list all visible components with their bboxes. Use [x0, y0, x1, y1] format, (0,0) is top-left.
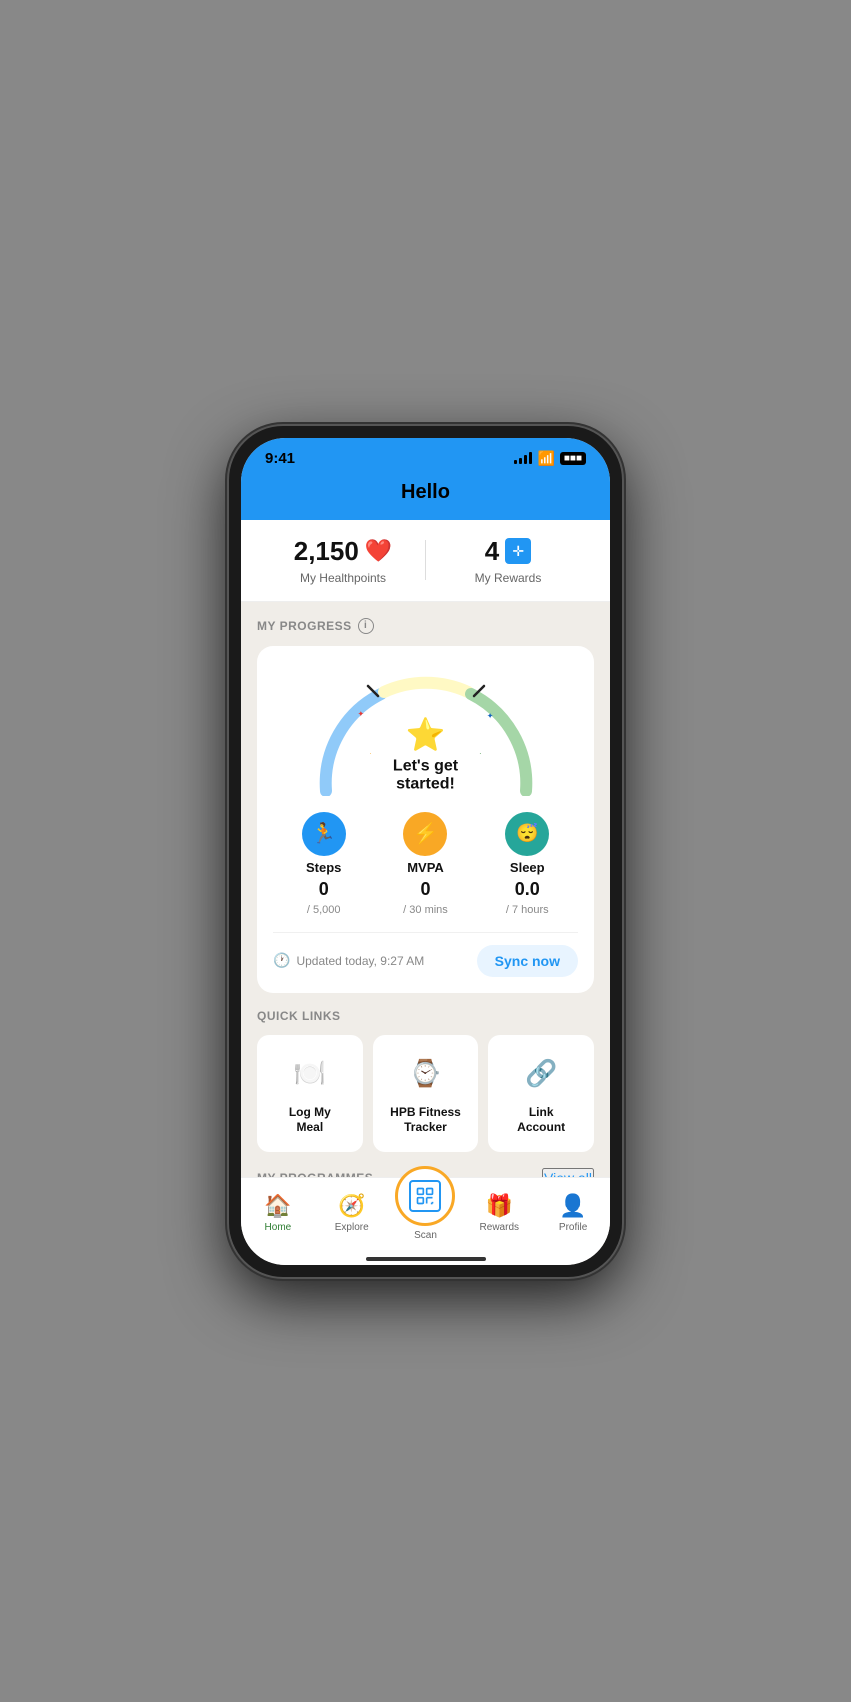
phone-screen: 9:41 📶 ■■■ Hello 2,150 — [241, 438, 610, 1265]
mvpa-max: / 30 mins — [403, 904, 448, 916]
progress-section-title: MY PROGRESS i — [257, 618, 374, 634]
home-indicator-bar — [241, 1253, 610, 1265]
sleep-max: / 7 hours — [506, 904, 549, 916]
scan-button[interactable] — [395, 1166, 455, 1226]
gauge-motivational-text: Let's get started! — [366, 757, 486, 793]
gauge-center: ⭐ ✦ ✦ · · Let's get started! — [366, 715, 486, 793]
sleep-value: 0.0 — [515, 879, 540, 900]
link-account-label: LinkAccount — [517, 1105, 565, 1136]
info-icon[interactable]: i — [358, 618, 374, 634]
quick-links-row: 🍽️ Log MyMeal ⌚ HPB FitnessTracker 🔗 Lin… — [257, 1035, 594, 1152]
mvpa-value: 0 — [420, 879, 430, 900]
healthpoints-value: 2,150 — [294, 536, 359, 567]
rewards-value: 4 — [485, 536, 499, 567]
app-header: Hello — [241, 473, 610, 520]
log-meal-icon: 🍽️ — [287, 1051, 333, 1097]
healthpoints-label: My Healthpoints — [300, 571, 386, 585]
quick-links-title: QUICK LINKS — [257, 1009, 341, 1023]
steps-icon: 🏃 — [302, 812, 346, 856]
wifi-icon: 📶 — [537, 450, 554, 467]
fitness-tracker-link[interactable]: ⌚ HPB FitnessTracker — [373, 1035, 479, 1152]
status-bar: 9:41 📶 ■■■ — [241, 438, 610, 473]
signal-icon — [514, 452, 532, 464]
progress-section: MY PROGRESS i — [241, 602, 610, 1177]
scroll-content: 2,150 ❤️ My Healthpoints 4 ✛ My Rewards — [241, 520, 610, 1177]
nav-profile-label: Profile — [559, 1222, 587, 1233]
quick-links-header: QUICK LINKS — [257, 1009, 594, 1023]
status-icons: 📶 ■■■ — [514, 450, 586, 467]
status-time: 9:41 — [265, 450, 295, 467]
log-meal-label: Log MyMeal — [289, 1105, 331, 1136]
steps-metric: 🏃 Steps 0 / 5,000 — [302, 812, 346, 916]
link-account-icon: 🔗 — [518, 1051, 564, 1097]
progress-card: ⭐ ✦ ✦ · · Let's get started! — [257, 646, 594, 993]
nav-scan-label: Scan — [414, 1230, 437, 1241]
steps-max: / 5,000 — [307, 904, 341, 916]
rewards-icon: 🎁 — [486, 1193, 513, 1219]
sleep-metric: 😴 Sleep 0.0 / 7 hours — [505, 812, 549, 916]
bottom-nav: 🏠 Home 🧭 Explore — [241, 1177, 610, 1253]
greeting-text: Hello — [401, 481, 450, 503]
sync-row: 🕐 Updated today, 9:27 AM Sync now — [273, 932, 578, 977]
scan-icon — [409, 1180, 441, 1212]
stats-card: 2,150 ❤️ My Healthpoints 4 ✛ My Rewards — [241, 520, 610, 602]
phone-frame: 9:41 📶 ■■■ Hello 2,150 — [229, 426, 622, 1277]
star-icon: ⭐ ✦ ✦ · · — [366, 715, 486, 753]
home-indicator — [366, 1257, 486, 1261]
sleep-icon: 😴 — [505, 812, 549, 856]
home-icon: 🏠 — [264, 1193, 291, 1219]
rewards-stat[interactable]: 4 ✛ My Rewards — [426, 536, 590, 585]
clock-icon: 🕐 — [273, 952, 290, 969]
nav-profile[interactable]: 👤 Profile — [536, 1193, 610, 1233]
metrics-row: 🏃 Steps 0 / 5,000 ⚡ MVPA 0 / — [273, 812, 578, 916]
progress-section-header: MY PROGRESS i — [257, 618, 594, 634]
battery-icon: ■■■ — [560, 452, 586, 465]
mvpa-icon: ⚡ — [403, 812, 447, 856]
explore-icon: 🧭 — [338, 1193, 365, 1219]
sync-now-button[interactable]: Sync now — [477, 945, 578, 977]
nav-rewards-label: Rewards — [480, 1222, 519, 1233]
nav-explore-label: Explore — [335, 1222, 369, 1233]
gift-icon: ✛ — [505, 538, 531, 564]
nav-explore[interactable]: 🧭 Explore — [315, 1193, 389, 1233]
fitness-tracker-label: HPB FitnessTracker — [390, 1105, 461, 1136]
gauge-container: ⭐ ✦ ✦ · · Let's get started! — [306, 666, 546, 796]
heart-icon: ❤️ — [365, 538, 392, 564]
nav-scan-container: Scan — [389, 1186, 463, 1241]
steps-value: 0 — [319, 879, 329, 900]
nav-rewards[interactable]: 🎁 Rewards — [462, 1193, 536, 1233]
mvpa-metric: ⚡ MVPA 0 / 30 mins — [403, 812, 448, 916]
log-meal-link[interactable]: 🍽️ Log MyMeal — [257, 1035, 363, 1152]
sync-time: 🕐 Updated today, 9:27 AM — [273, 952, 424, 969]
nav-home[interactable]: 🏠 Home — [241, 1193, 315, 1233]
sync-time-text: Updated today, 9:27 AM — [296, 954, 424, 968]
rewards-label: My Rewards — [475, 571, 542, 585]
profile-icon: 👤 — [559, 1193, 586, 1219]
fitness-tracker-icon: ⌚ — [403, 1051, 449, 1097]
nav-home-label: Home — [265, 1222, 292, 1233]
link-account-link[interactable]: 🔗 LinkAccount — [488, 1035, 594, 1152]
steps-label: Steps — [306, 860, 341, 875]
sleep-label: Sleep — [510, 860, 545, 875]
mvpa-label: MVPA — [407, 860, 444, 875]
healthpoints-stat: 2,150 ❤️ My Healthpoints — [261, 536, 425, 585]
view-all-button[interactable]: View all — [542, 1168, 594, 1177]
